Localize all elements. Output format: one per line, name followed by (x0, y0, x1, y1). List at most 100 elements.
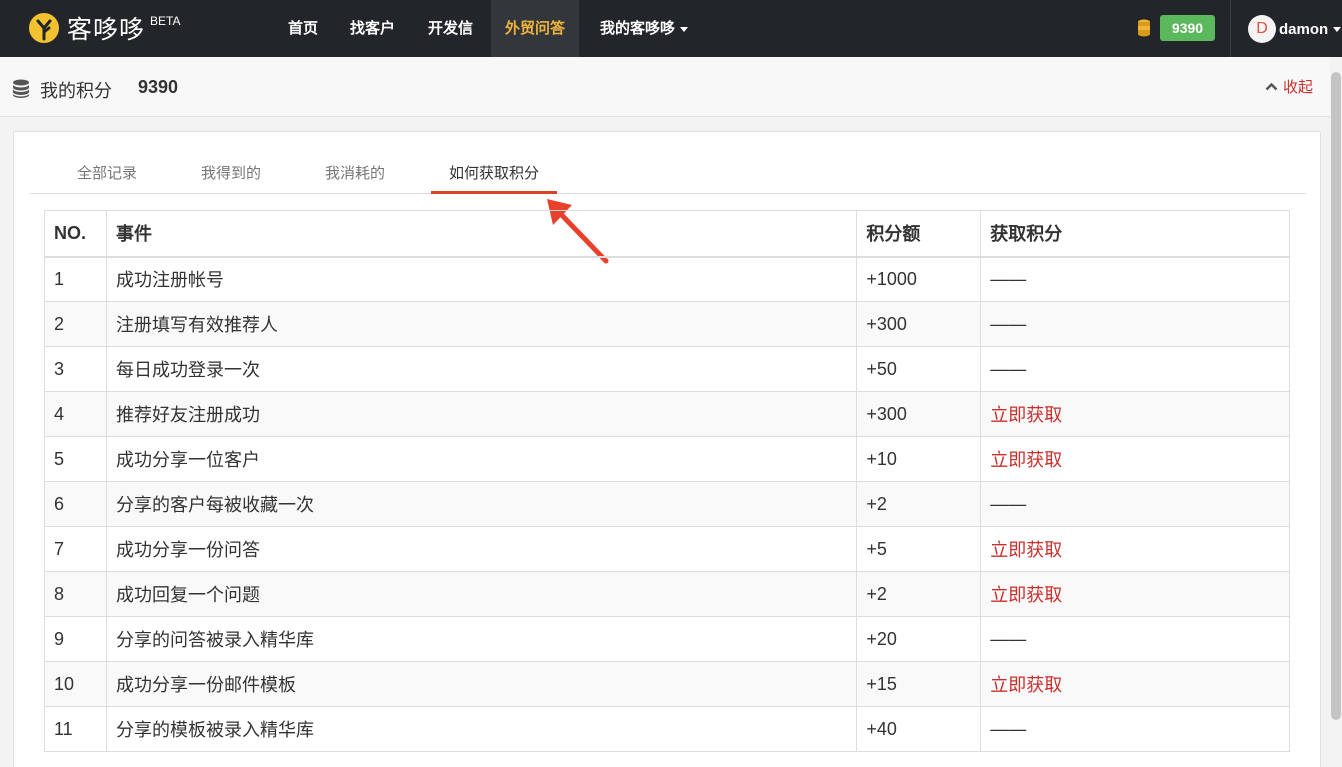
nav-my-account[interactable]: 我的客哆哆 (586, 0, 702, 57)
cell-amount: +5 (856, 526, 982, 572)
nav-my-account-label: 我的客哆哆 (600, 20, 676, 37)
cell-action: —— (980, 346, 1290, 392)
cell-amount: +10 (856, 436, 982, 482)
cell-amount: +15 (856, 661, 982, 707)
collapse-button[interactable]: 收起 (1265, 76, 1313, 97)
scrollbar-thumb[interactable] (1331, 72, 1341, 720)
header-action: 获取积分 (980, 210, 1290, 258)
avatar: D (1248, 15, 1276, 43)
cell-event: 每日成功登录一次 (105, 346, 858, 392)
points-rules-table: NO. 事件 积分额 获取积分 1 成功注册帐号 +1000 —— 2 注册填写有效推荐人… (44, 210, 1290, 752)
cell-amount: +50 (856, 346, 982, 392)
cell-amount: +40 (856, 706, 982, 752)
cell-action: —— (980, 301, 1290, 347)
header-no: NO. (44, 210, 107, 258)
cell-action: 立即获取 (980, 571, 1290, 617)
points-total: 9390 (138, 77, 179, 97)
top-navbar: 客哆哆 BETA 首页 找客户 开发信 外贸问答 我的客哆哆 9390 D da… (0, 0, 1342, 57)
nav-find-customers[interactable]: 找客户 (336, 0, 409, 57)
brand-name: 客哆哆 (67, 16, 146, 44)
cell-amount: +20 (856, 616, 982, 662)
cell-no: 6 (44, 481, 107, 527)
not-applicable-dash: —— (990, 268, 1027, 289)
cell-amount: +1000 (856, 256, 982, 302)
table-row: 8 成功回复一个问题 +2 立即获取 (44, 571, 1290, 617)
cell-no: 7 (44, 526, 107, 572)
cell-no: 5 (44, 436, 107, 482)
username: damon (1279, 20, 1329, 38)
get-points-link[interactable]: 立即获取 (990, 675, 1062, 695)
user-menu[interactable]: D damon (1248, 14, 1342, 44)
tab-spent[interactable]: 我消耗的 (322, 162, 388, 194)
cell-action: 立即获取 (980, 661, 1290, 707)
cell-no: 1 (44, 256, 107, 302)
table-row: 9 分享的问答被录入精华库 +20 —— (44, 616, 1290, 662)
cell-amount: +2 (856, 571, 982, 617)
chevron-down-icon (1333, 26, 1342, 32)
cell-no: 3 (44, 346, 107, 392)
not-applicable-dash: —— (990, 628, 1027, 649)
cell-action: 立即获取 (980, 391, 1290, 437)
active-tab-indicator (431, 191, 557, 194)
tab-earned[interactable]: 我得到的 (198, 162, 264, 194)
points-header: 我的积分 9390 收起 (0, 57, 1342, 117)
cell-no: 2 (44, 301, 107, 347)
table-body: 1 成功注册帐号 +1000 —— 2 注册填写有效推荐人 +300 —— 3 每日成功登录一次 +… (44, 256, 1290, 752)
cell-no: 4 (44, 391, 107, 437)
tabs-divider (30, 193, 1306, 194)
points-badge[interactable]: 9390 (1160, 15, 1215, 41)
table-row: 2 注册填写有效推荐人 +300 —— (44, 301, 1290, 347)
cell-amount: +300 (856, 391, 982, 437)
cell-action: —— (980, 706, 1290, 752)
tab-all-records[interactable]: 全部记录 (74, 162, 140, 194)
cell-no: 10 (44, 661, 107, 707)
cell-event: 分享的客户每被收藏一次 (105, 481, 858, 527)
not-applicable-dash: —— (990, 313, 1027, 334)
not-applicable-dash: —— (990, 358, 1027, 379)
cell-action: —— (980, 256, 1290, 302)
table-row: 10 成功分享一份邮件模板 +15 立即获取 (44, 661, 1290, 707)
chevron-down-icon (680, 26, 689, 32)
cell-action: —— (980, 481, 1290, 527)
cell-action: —— (980, 616, 1290, 662)
nav-home[interactable]: 首页 (274, 0, 332, 57)
cell-no: 9 (44, 616, 107, 662)
chevron-up-icon (1265, 82, 1278, 91)
get-points-link[interactable]: 立即获取 (990, 540, 1062, 560)
cell-event: 推荐好友注册成功 (105, 391, 858, 437)
table-row: 7 成功分享一份问答 +5 立即获取 (44, 526, 1290, 572)
cell-action: 立即获取 (980, 436, 1290, 482)
cell-event: 成功分享一份邮件模板 (105, 661, 858, 707)
get-points-link[interactable]: 立即获取 (990, 585, 1062, 605)
coins-icon (1138, 19, 1150, 37)
brand[interactable]: 客哆哆 BETA (29, 12, 180, 44)
tab-how-to-earn[interactable]: 如何获取积分 (431, 162, 557, 194)
table-row: 3 每日成功登录一次 +50 —— (44, 346, 1290, 392)
cell-event: 分享的模板被录入精华库 (105, 706, 858, 752)
cell-no: 11 (44, 706, 107, 752)
table-row: 1 成功注册帐号 +1000 —— (44, 256, 1290, 302)
database-icon (13, 79, 29, 98)
cell-amount: +300 (856, 301, 982, 347)
table-row: 11 分享的模板被录入精华库 +40 —— (44, 706, 1290, 752)
cell-event: 分享的问答被录入精华库 (105, 616, 858, 662)
cell-action: 立即获取 (980, 526, 1290, 572)
table-row: 4 推荐好友注册成功 +300 立即获取 (44, 391, 1290, 437)
page-title: 我的积分 (40, 81, 112, 101)
collapse-label: 收起 (1283, 79, 1314, 96)
cell-event: 成功分享一份问答 (105, 526, 858, 572)
table-row: 5 成功分享一位客户 +10 立即获取 (44, 436, 1290, 482)
cell-event: 成功分享一位客户 (105, 436, 858, 482)
get-points-link[interactable]: 立即获取 (990, 450, 1062, 470)
get-points-link[interactable]: 立即获取 (990, 405, 1062, 425)
nav-dev-letters[interactable]: 开发信 (414, 0, 487, 57)
cell-amount: +2 (856, 481, 982, 527)
header-amount: 积分额 (856, 210, 982, 258)
not-applicable-dash: —— (990, 493, 1027, 514)
cell-no: 8 (44, 571, 107, 617)
cell-event: 成功回复一个问题 (105, 571, 858, 617)
not-applicable-dash: —— (990, 718, 1027, 739)
cell-event: 注册填写有效推荐人 (105, 301, 858, 347)
beta-badge: BETA (150, 14, 181, 28)
nav-trade-qa[interactable]: 外贸问答 (491, 0, 580, 57)
